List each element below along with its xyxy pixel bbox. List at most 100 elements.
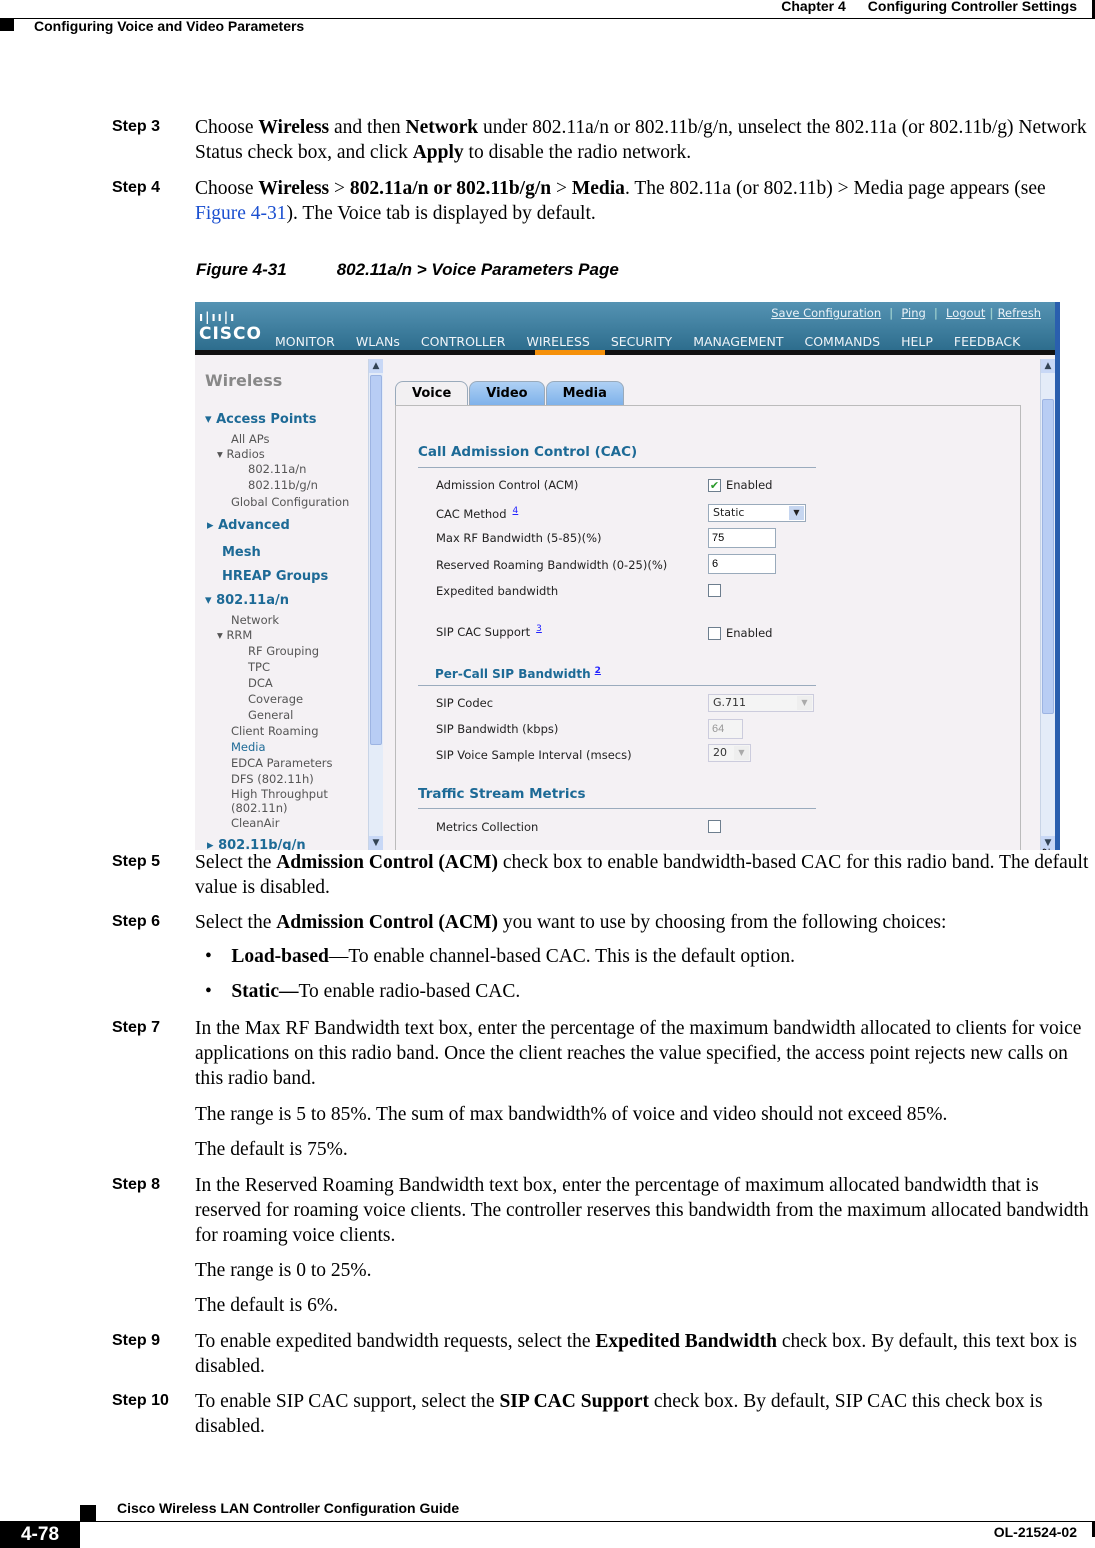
sidebar-item-radios[interactable]: ▾ Radios <box>217 447 265 461</box>
sidebar-item-high-throughput[interactable]: High Throughput <box>231 787 328 801</box>
bullet-text: Load-based—To enable channel-based CAC. … <box>231 946 796 967</box>
footnote-link[interactable]: 2 <box>595 666 601 676</box>
sidebar-item-802-11b-g-n[interactable]: ▸ 802.11b/g/n <box>207 838 306 850</box>
max-rf-input[interactable] <box>708 528 776 548</box>
select-value: G.711 <box>713 696 747 709</box>
tab-voice[interactable]: Voice <box>395 381 469 405</box>
label: Radios <box>226 447 265 461</box>
sidebar: Wireless ▾ Access Points All APs ▾ Radio… <box>195 355 383 850</box>
chapter-number: Chapter 4 <box>781 0 846 14</box>
nav-management[interactable]: MANAGEMENT <box>693 334 783 349</box>
acm-control: ✔ Enabled <box>708 478 772 492</box>
roaming-label: Reserved Roaming Bandwidth (0-25)(%) <box>436 558 668 572</box>
nav-security[interactable]: SECURITY <box>611 334 672 349</box>
sidebar-scrollbar[interactable]: ▲ ▼ <box>368 359 383 850</box>
scroll-thumb[interactable] <box>370 375 382 745</box>
sip-interval-label: SIP Voice Sample Interval (msecs) <box>436 748 632 762</box>
step-text[interactable]: Choose Wireless > 802.11a/n or 802.11b/g… <box>195 176 1090 226</box>
sidebar-item-radio-bg[interactable]: 802.11b/g/n <box>248 478 318 492</box>
sip-bandwidth-input[interactable] <box>708 719 743 739</box>
tab-media[interactable]: Media <box>545 381 624 405</box>
cisco-logo: ı|ıı|ı CISCO <box>199 310 262 344</box>
step-text: To enable expedited bandwidth requests, … <box>195 1331 1077 1377</box>
nav-wireless[interactable]: WIRELESS <box>526 334 589 349</box>
refresh-link[interactable]: Refresh <box>998 306 1041 320</box>
step-text: In the Max RF Bandwidth text box, enter … <box>195 1018 1082 1089</box>
tsm-section-title: Traffic Stream Metrics <box>418 786 586 802</box>
sidebar-item-coverage[interactable]: Coverage <box>248 692 303 706</box>
scroll-down-icon[interactable]: ▼ <box>369 836 383 850</box>
voice-panel: Call Admission Control (CAC) Admission C… <box>395 405 1021 850</box>
sidebar-item-mesh[interactable]: Mesh <box>222 545 261 560</box>
step-text: Select the Admission Control (ACM) check… <box>195 852 1089 898</box>
acm-checkbox[interactable]: ✔ <box>708 478 721 492</box>
bullet-item: • Static—To enable radio-based CAC. <box>205 981 521 1002</box>
metrics-control <box>708 820 721 833</box>
nav-feedback[interactable]: FEEDBACK <box>954 334 1020 349</box>
tab-bar: Voice Video Media <box>395 381 625 405</box>
step-text: To enable SIP CAC support, select the SI… <box>195 1391 1043 1437</box>
footer-title: Cisco Wireless LAN Controller Configurat… <box>117 1500 460 1516</box>
sip-cac-control: Enabled <box>708 626 772 640</box>
section-rule <box>418 467 816 468</box>
sidebar-item-hreap-groups[interactable]: HREAP Groups <box>222 569 328 584</box>
sip-bandwidth-control <box>708 719 743 739</box>
nav-monitor[interactable]: MONITOR <box>275 334 335 349</box>
sidebar-item-radio-a[interactable]: 802.11a/n <box>248 462 306 476</box>
select-value: Static <box>713 506 745 519</box>
scroll-thumb[interactable] <box>1042 399 1054 714</box>
sidebar-item-global-configuration[interactable]: Global Configuration <box>231 495 349 509</box>
expedited-label: Expedited bandwidth <box>436 584 559 598</box>
footnote-link[interactable]: 4 <box>513 506 519 516</box>
metrics-label: Metrics Collection <box>436 820 539 834</box>
logout-link[interactable]: Logout <box>946 306 985 320</box>
sidebar-item-dca[interactable]: DCA <box>248 676 273 690</box>
scroll-up-icon[interactable]: ▲ <box>1041 359 1055 373</box>
sip-codec-select[interactable]: G.711 ▼ <box>708 694 814 712</box>
sidebar-item-rf-grouping[interactable]: RF Grouping <box>248 644 319 658</box>
step-note: The range is 5 to 85%. The sum of max ba… <box>195 1104 948 1125</box>
label: Per-Call SIP Bandwidth <box>435 667 591 681</box>
sidebar-item-edca-parameters[interactable]: EDCA Parameters <box>231 756 333 770</box>
footnote-link[interactable]: 3 <box>536 624 542 634</box>
roaming-input[interactable] <box>708 554 776 574</box>
sidebar-item-rrm[interactable]: ▾ RRM <box>217 628 252 642</box>
cac-method-select[interactable]: Static ▼ <box>708 504 806 522</box>
sidebar-item-network[interactable]: Network <box>231 613 279 627</box>
metrics-checkbox[interactable] <box>708 820 721 833</box>
sidebar-item-client-roaming[interactable]: Client Roaming <box>231 724 319 738</box>
sidebar-item-dfs[interactable]: DFS (802.11h) <box>231 772 314 786</box>
label: 802.11b/g/n <box>218 838 306 850</box>
nav-help[interactable]: HELP <box>901 334 933 349</box>
figure-number: Figure 4-31 <box>196 260 287 279</box>
step-label: Step 4 <box>112 179 161 196</box>
main-scrollbar[interactable]: ▲ ▼ <box>1040 359 1055 850</box>
ping-link[interactable]: Ping <box>901 306 925 320</box>
step-label: Step 7 <box>112 1019 161 1036</box>
sidebar-item-tpc[interactable]: TPC <box>248 660 270 674</box>
sidebar-item-all-aps[interactable]: All APs <box>231 432 270 446</box>
sidebar-item-media[interactable]: Media <box>231 740 266 754</box>
sip-cac-checkbox[interactable] <box>708 626 721 640</box>
tab-video[interactable]: Video <box>469 381 545 405</box>
expedited-control <box>708 584 721 597</box>
step-label: Step 5 <box>112 853 161 870</box>
nav-wlans[interactable]: WLANs <box>356 334 400 349</box>
step-label: Step 9 <box>112 1332 161 1349</box>
nav-controller[interactable]: CONTROLLER <box>421 334 506 349</box>
sidebar-item-cleanair[interactable]: CleanAir <box>231 816 279 830</box>
sidebar-item-access-points[interactable]: ▾ Access Points <box>205 412 316 427</box>
expedited-checkbox[interactable] <box>708 584 721 597</box>
logo-text: CISCO <box>199 324 262 344</box>
sidebar-item-802-11a-n[interactable]: ▾ 802.11a/n <box>205 593 289 608</box>
sidebar-item-advanced[interactable]: ▸ Advanced <box>207 518 290 533</box>
sip-interval-select[interactable]: 20 ▼ <box>708 744 751 762</box>
scroll-up-icon[interactable]: ▲ <box>369 359 383 373</box>
sidebar-item-general[interactable]: General <box>248 708 293 722</box>
bullet-text: Static—To enable radio-based CAC. <box>231 981 521 1002</box>
save-configuration-link[interactable]: Save Configuration <box>771 306 881 320</box>
roaming-control <box>708 554 776 574</box>
nav-commands[interactable]: COMMANDS <box>804 334 880 349</box>
max-rf-label: Max RF Bandwidth (5-85)(%) <box>436 531 602 545</box>
footer-block <box>80 1505 96 1521</box>
